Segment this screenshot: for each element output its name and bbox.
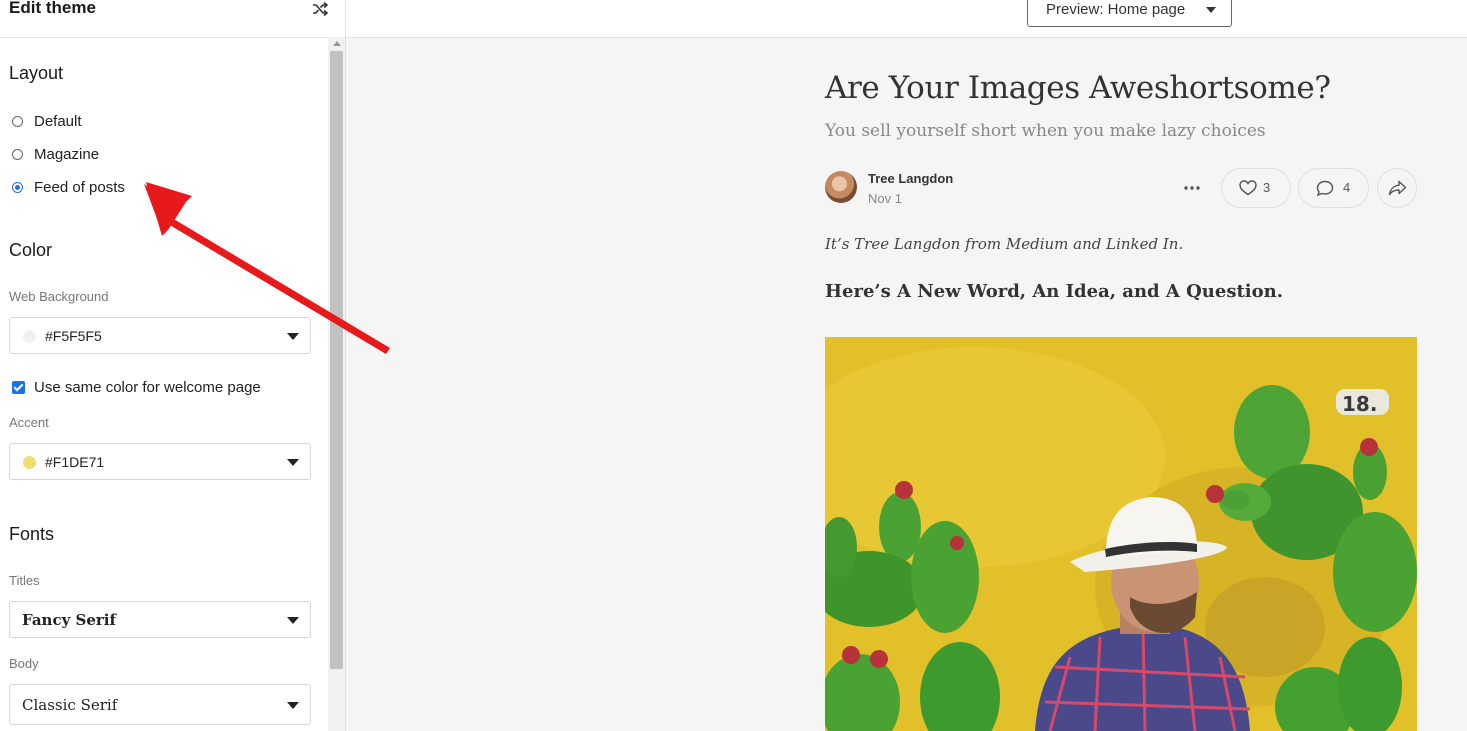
like-button[interactable]: 3 <box>1221 168 1291 208</box>
color-swatch <box>23 456 36 469</box>
avatar[interactable] <box>825 171 857 203</box>
layout-option-default[interactable]: Default <box>12 111 82 131</box>
color-swatch <box>23 330 36 343</box>
layout-option-magazine[interactable]: Magazine <box>12 144 99 164</box>
edit-theme-sidebar: Edit theme Layout Default Magazine Feed … <box>0 0 346 731</box>
layout-option-label: Magazine <box>34 145 100 163</box>
sidebar-scrollbar[interactable] <box>328 37 345 731</box>
sidebar-title: Edit theme <box>9 0 96 17</box>
caret-down-icon <box>287 617 299 624</box>
post-cover-image: 18. <box>825 337 1417 731</box>
preview-page-select[interactable]: Preview: Home page <box>1027 0 1232 27</box>
like-count: 3 <box>1263 180 1271 195</box>
preview-topbar: Preview: Home page <box>346 0 1467 38</box>
color-heading: Color <box>9 240 53 260</box>
comment-count: 4 <box>1343 180 1351 195</box>
web-background-label: Web Background <box>9 289 109 304</box>
post-intro-text: It’s Tree Langdon from Medium and Linked… <box>825 235 1184 253</box>
body-font-select[interactable]: Classic Serif <box>9 684 311 725</box>
web-background-value: #F5F5F5 <box>45 328 102 344</box>
shuffle-icon[interactable] <box>310 0 330 18</box>
layout-option-label: Feed of posts <box>34 178 125 196</box>
same-color-checkbox[interactable] <box>12 380 25 394</box>
preview-page-label: Preview: Home page <box>1046 1 1186 18</box>
sidebar-header: Edit theme <box>0 0 345 38</box>
share-icon <box>1388 180 1407 196</box>
titles-font-value: Fancy Serif <box>22 611 116 629</box>
caret-down-icon <box>1206 7 1216 13</box>
post-date: Nov 1 <box>868 191 902 206</box>
cactus-mural-illustration: 18. <box>825 337 1417 731</box>
accent-value: #F1DE71 <box>45 454 105 470</box>
heart-icon <box>1239 180 1257 196</box>
radio-default[interactable] <box>12 115 23 127</box>
same-color-checkbox-label: Use same color for welcome page <box>34 378 261 396</box>
more-icon[interactable] <box>1182 178 1202 198</box>
layout-heading: Layout <box>9 63 64 83</box>
share-button[interactable] <box>1377 168 1417 208</box>
radio-feed-of-posts[interactable] <box>12 181 23 193</box>
radio-magazine[interactable] <box>12 148 23 160</box>
titles-font-select[interactable]: Fancy Serif <box>9 601 311 638</box>
scroll-up-arrow[interactable] <box>333 41 341 46</box>
preview-area: Are Your Images Aweshortsome? You sell y… <box>346 38 1467 731</box>
layout-option-feed-of-posts[interactable]: Feed of posts <box>12 177 125 197</box>
accent-select[interactable]: #F1DE71 <box>9 443 311 480</box>
scrollbar-thumb[interactable] <box>330 51 343 669</box>
same-color-checkbox-row[interactable]: Use same color for welcome page <box>12 377 261 397</box>
caret-down-icon <box>287 459 299 466</box>
author-name[interactable]: Tree Langdon <box>868 171 953 186</box>
body-font-value: Classic Serif <box>22 696 118 714</box>
post-title[interactable]: Are Your Images Aweshortsome? <box>825 70 1331 106</box>
caret-down-icon <box>287 333 299 340</box>
comment-icon <box>1316 180 1334 197</box>
layout-option-label: Default <box>34 112 82 130</box>
fonts-heading: Fonts <box>9 524 55 544</box>
post-subtitle: You sell yourself short when you make la… <box>825 121 1266 141</box>
caret-down-icon <box>287 702 299 709</box>
body-font-label: Body <box>9 656 39 671</box>
web-background-select[interactable]: #F5F5F5 <box>9 317 311 354</box>
house-number-text: 18. <box>1342 392 1377 416</box>
accent-label: Accent <box>9 415 49 430</box>
post-section-heading: Here’s A New Word, An Idea, and A Questi… <box>825 281 1283 302</box>
comment-button[interactable]: 4 <box>1298 168 1369 208</box>
titles-font-label: Titles <box>9 573 40 588</box>
